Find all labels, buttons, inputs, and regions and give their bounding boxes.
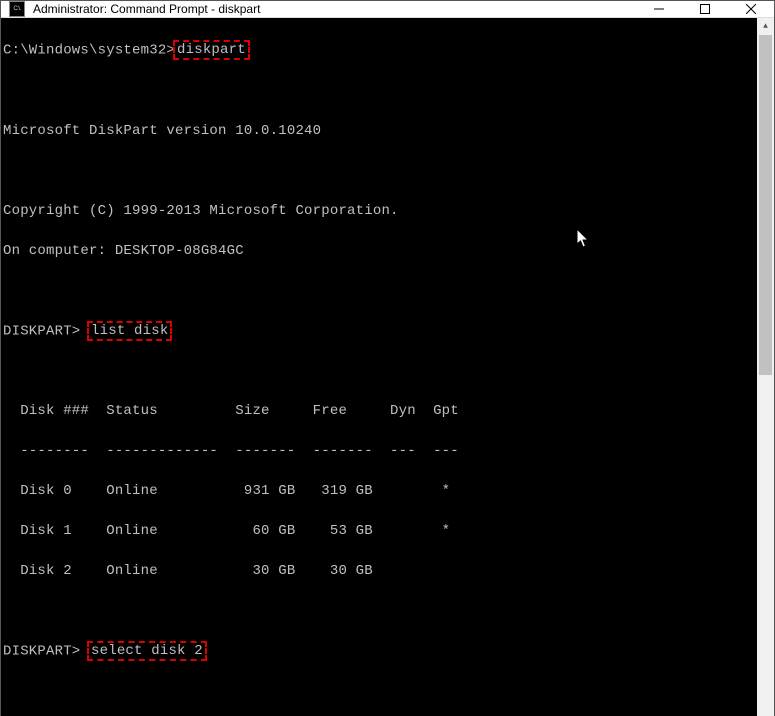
vertical-scrollbar[interactable]: ▲ ▼ <box>757 18 774 716</box>
cmd-list-disk: list disk <box>87 321 172 341</box>
cmd-app-icon: C:\. <box>9 1 25 17</box>
table-row: Disk 1 Online 60 GB 53 GB * <box>3 521 757 541</box>
terminal-wrap: C:\Windows\system32>diskpart Microsoft D… <box>1 18 774 716</box>
close-button[interactable] <box>728 1 774 17</box>
prompt-text: C:\Windows\system32> <box>3 43 175 59</box>
table-header: Disk ### Status Size Free Dyn Gpt <box>3 401 757 421</box>
output-line: On computer: DESKTOP-08G84GC <box>3 241 757 261</box>
minimize-button[interactable] <box>636 1 682 17</box>
window-controls <box>636 1 774 17</box>
table-row: Disk 0 Online 931 GB 319 GB * <box>3 481 757 501</box>
prompt-text: DISKPART> <box>3 323 80 339</box>
output-line: Microsoft DiskPart version 10.0.10240 <box>3 121 757 141</box>
scroll-up-icon[interactable]: ▲ <box>757 18 774 35</box>
cmd-select-disk: select disk 2 <box>87 641 207 661</box>
titlebar[interactable]: C:\. Administrator: Command Prompt - dis… <box>1 1 774 18</box>
terminal-output[interactable]: C:\Windows\system32>diskpart Microsoft D… <box>1 18 757 716</box>
command-prompt-window: C:\. Administrator: Command Prompt - dis… <box>0 0 775 716</box>
output-line: Copyright (C) 1999-2013 Microsoft Corpor… <box>3 201 757 221</box>
table-row: Disk 2 Online 30 GB 30 GB <box>3 561 757 581</box>
window-title: Administrator: Command Prompt - diskpart <box>31 2 636 16</box>
cmd-diskpart: diskpart <box>173 40 250 60</box>
table-divider: -------- ------------- ------- ------- -… <box>3 441 757 461</box>
prompt-text: DISKPART> <box>3 644 80 660</box>
maximize-button[interactable] <box>682 1 728 17</box>
scroll-thumb[interactable] <box>759 35 772 375</box>
